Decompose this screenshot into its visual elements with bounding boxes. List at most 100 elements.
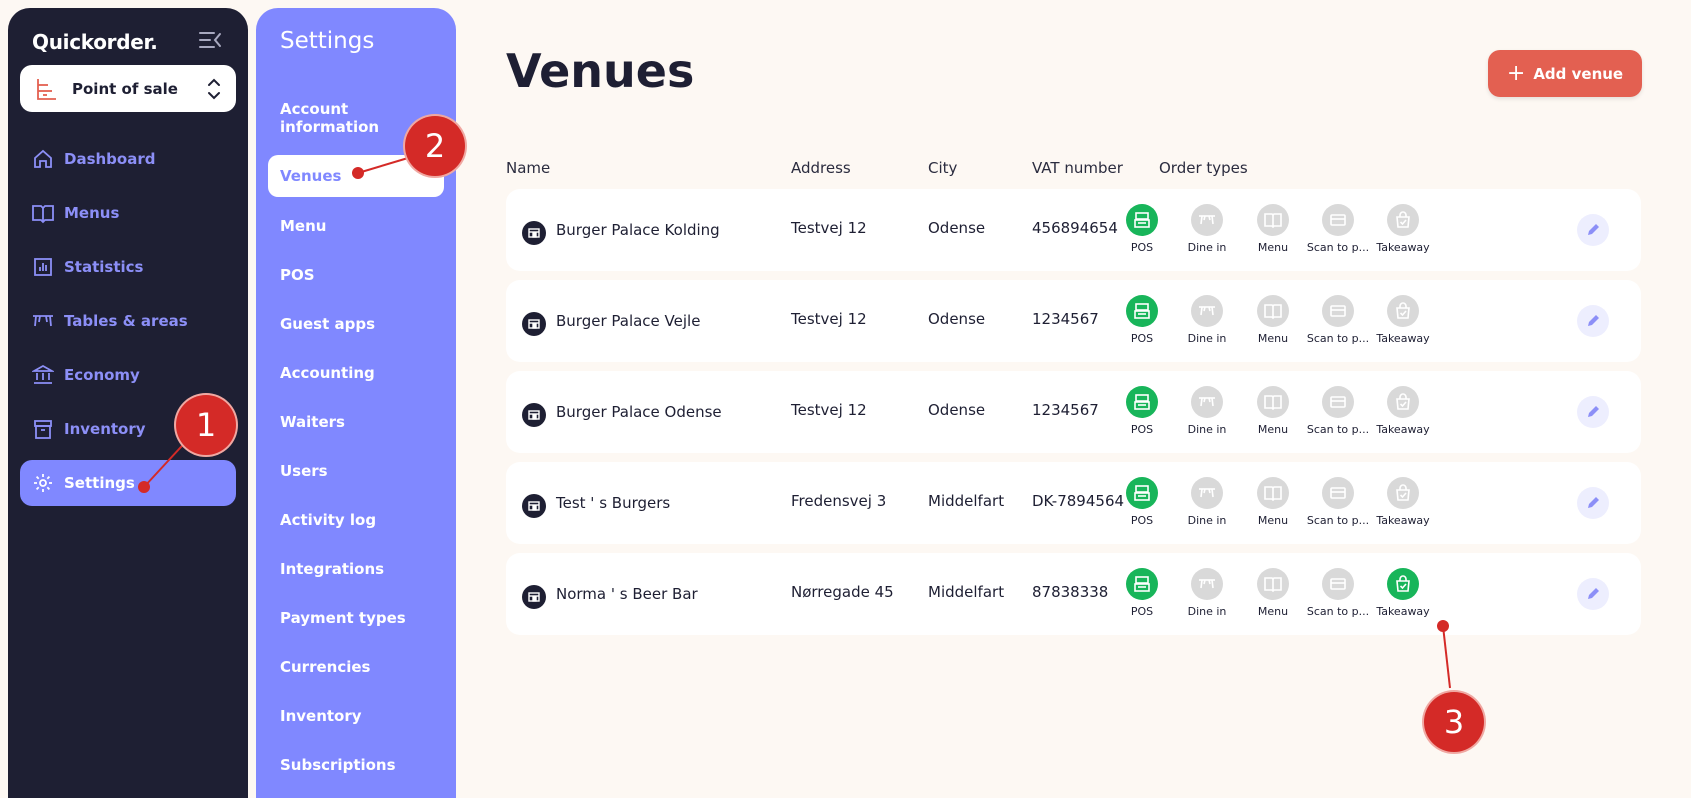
order-type-dine-in[interactable]: Dine in	[1177, 386, 1237, 436]
venue-city: Middelfart	[928, 583, 1005, 601]
column-header-name[interactable]: Name	[506, 159, 550, 177]
settings-item-integrations[interactable]: Integrations	[280, 560, 384, 578]
order-type-menu[interactable]: Menu	[1243, 477, 1303, 527]
order-type-label: Menu	[1257, 332, 1289, 345]
store-icon	[522, 312, 546, 336]
settings-item-activity-log[interactable]: Activity log	[280, 511, 376, 529]
order-type-label: Takeaway	[1376, 423, 1430, 436]
edit-venue-button[interactable]	[1577, 305, 1609, 337]
bank-icon	[32, 364, 54, 386]
nav-item-economy[interactable]: Economy	[20, 352, 236, 398]
dine-in-icon	[1191, 568, 1223, 600]
column-header-vat-number[interactable]: VAT number	[1032, 159, 1123, 177]
edit-venue-button[interactable]	[1577, 578, 1609, 610]
edit-venue-button[interactable]	[1577, 396, 1609, 428]
nav-item-menus[interactable]: Menus	[20, 190, 236, 236]
dine-in-icon	[1191, 477, 1223, 509]
order-type-label: Menu	[1257, 605, 1289, 618]
table-row[interactable]: Norma ' s Beer Bar Nørregade 45 Middelfart…	[506, 553, 1641, 635]
order-type-scan-to-pay[interactable]: Scan to p...	[1307, 204, 1369, 254]
order-type-dine-in[interactable]: Dine in	[1177, 568, 1237, 618]
order-type-scan-to-pay[interactable]: Scan to p...	[1306, 295, 1370, 345]
collapse-sidebar-icon[interactable]	[198, 30, 226, 54]
order-type-label: POS	[1130, 514, 1154, 527]
column-header-city[interactable]: City	[928, 159, 957, 177]
table-row[interactable]: Burger Palace Odense Testvej 12 Odense 1234…	[506, 371, 1641, 453]
order-type-takeaway[interactable]: Takeaway	[1373, 477, 1433, 527]
order-type-scan-to-pay[interactable]: Scan to p...	[1306, 477, 1370, 527]
table-row[interactable]: Burger Palace Vejle Testvej 12 Odense 12345…	[506, 280, 1641, 362]
annotation-marker-1: 1	[176, 395, 236, 455]
order-type-dine-in[interactable]: Dine in	[1177, 204, 1237, 254]
pencil-icon	[1588, 224, 1599, 235]
settings-item-guest-apps[interactable]: Guest apps	[280, 315, 375, 333]
order-type-scan-to-pay[interactable]: Scan to p...	[1306, 386, 1370, 436]
order-type-menu[interactable]: Menu	[1243, 204, 1303, 254]
table-row[interactable]: Test ' s Burgers Fredensvej 3 Middelfart DK…	[506, 462, 1641, 544]
pencil-icon	[1588, 315, 1599, 326]
order-type-pos[interactable]: POS	[1112, 568, 1172, 618]
venue-name: Test ' s Burgers	[556, 494, 671, 512]
add-venue-button[interactable]: + Add venue	[1488, 50, 1642, 97]
venue-city: Middelfart	[928, 492, 1005, 510]
order-type-pos[interactable]: POS	[1112, 204, 1172, 254]
order-type-takeaway[interactable]: Takeaway	[1373, 295, 1433, 345]
nav-item-tables-areas[interactable]: Tables & areas	[20, 298, 236, 344]
venue-address: Fredensvej 3	[791, 492, 887, 510]
order-type-label: Takeaway	[1376, 241, 1430, 254]
settings-item-waiters[interactable]: Waiters	[280, 413, 345, 431]
order-type-label: Takeaway	[1376, 605, 1430, 618]
gear-icon	[32, 472, 54, 494]
order-type-dine-in[interactable]: Dine in	[1177, 477, 1237, 527]
settings-item-payment-types[interactable]: Payment types	[280, 609, 406, 627]
page-title: Venues	[506, 44, 695, 98]
venue-type-selector[interactable]: Point of sale	[20, 65, 236, 112]
settings-item-menu[interactable]: Menu	[280, 217, 326, 235]
table-row[interactable]: Burger Palace Kolding Testvej 12 Odense 456…	[506, 189, 1641, 271]
settings-item-subscriptions[interactable]: Subscriptions	[280, 756, 396, 774]
nav-item-settings[interactable]: Settings	[20, 460, 236, 506]
order-type-takeaway[interactable]: Takeaway	[1373, 204, 1433, 254]
annotation-dot-2	[352, 167, 364, 179]
settings-item-accounting[interactable]: Accounting	[280, 364, 375, 382]
order-type-label: Scan to p...	[1306, 423, 1370, 436]
takeaway-bag-icon	[1387, 477, 1419, 509]
order-type-label: POS	[1130, 605, 1154, 618]
edit-venue-button[interactable]	[1577, 487, 1609, 519]
order-type-label: Scan to p...	[1306, 332, 1370, 345]
order-type-takeaway[interactable]: Takeaway	[1373, 386, 1433, 436]
pos-register-icon	[1126, 295, 1158, 327]
pos-register-icon	[1126, 204, 1158, 236]
venue-address: Testvej 12	[791, 401, 867, 419]
menu-book-icon	[1257, 295, 1289, 327]
order-type-pos[interactable]: POS	[1112, 295, 1172, 345]
order-type-menu[interactable]: Menu	[1243, 568, 1303, 618]
pos-register-icon	[1126, 477, 1158, 509]
column-header-address[interactable]: Address	[791, 159, 851, 177]
pencil-icon	[1588, 588, 1599, 599]
edit-venue-button[interactable]	[1577, 214, 1609, 246]
settings-item-pos[interactable]: POS	[280, 266, 315, 284]
order-type-label: Dine in	[1187, 241, 1227, 254]
add-venue-label: Add venue	[1533, 64, 1624, 83]
order-type-menu[interactable]: Menu	[1243, 386, 1303, 436]
order-type-menu[interactable]: Menu	[1243, 295, 1303, 345]
order-type-dine-in[interactable]: Dine in	[1177, 295, 1237, 345]
pos-register-icon	[1126, 568, 1158, 600]
nav-item-dashboard[interactable]: Dashboard	[20, 136, 236, 182]
order-type-pos[interactable]: POS	[1112, 477, 1172, 527]
takeaway-bag-icon	[1387, 204, 1419, 236]
settings-item-users[interactable]: Users	[280, 462, 328, 480]
order-type-scan-to-pay[interactable]: Scan to p...	[1307, 568, 1369, 618]
settings-item-account-information[interactable]: Account information	[280, 100, 400, 136]
order-type-pos[interactable]: POS	[1112, 386, 1172, 436]
order-type-label: Scan to p...	[1306, 514, 1370, 527]
settings-item-currencies[interactable]: Currencies	[280, 658, 370, 676]
settings-item-inventory[interactable]: Inventory	[280, 707, 362, 725]
dine-in-icon	[1191, 295, 1223, 327]
menu-book-icon	[1257, 386, 1289, 418]
order-type-takeaway[interactable]: Takeaway	[1373, 568, 1433, 618]
venue-vat-number: DK-7894564	[1032, 492, 1125, 510]
nav-item-statistics[interactable]: Statistics	[20, 244, 236, 290]
annotation-marker-3: 3	[1424, 692, 1484, 752]
